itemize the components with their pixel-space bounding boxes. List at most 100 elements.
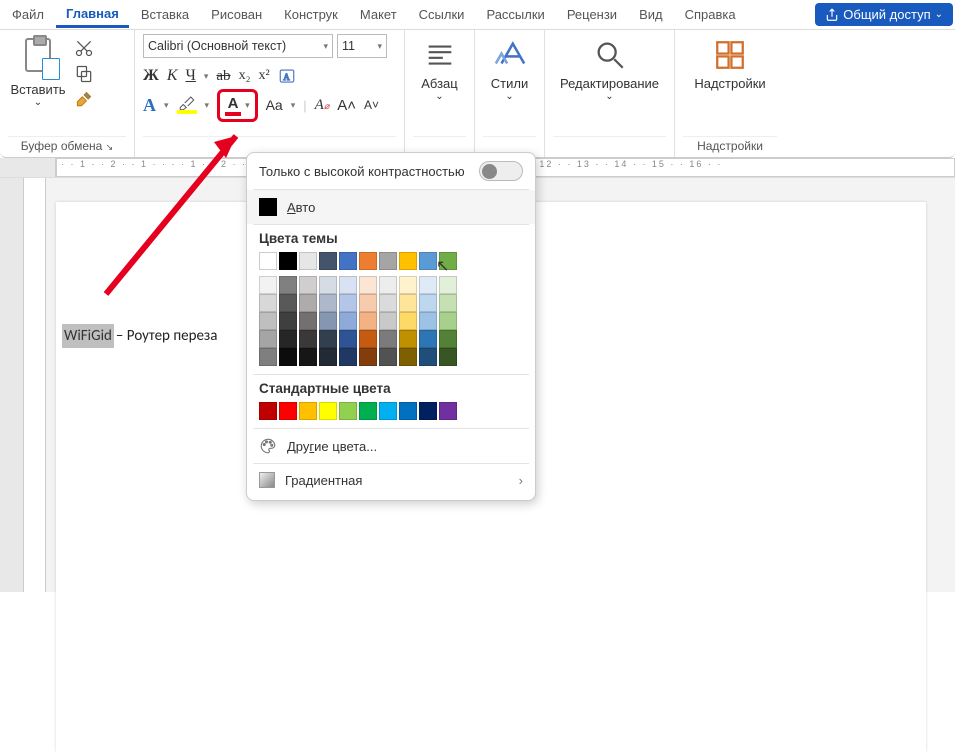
theme-shade-swatch[interactable] <box>379 294 397 312</box>
standard-swatch[interactable] <box>439 402 457 420</box>
tab-view[interactable]: Вид <box>629 3 673 26</box>
theme-shade-swatch[interactable] <box>339 312 357 330</box>
theme-shade-swatch[interactable] <box>379 348 397 366</box>
theme-shade-swatch[interactable] <box>379 312 397 330</box>
theme-shade-swatch[interactable] <box>279 294 297 312</box>
theme-shade-swatch[interactable] <box>439 348 457 366</box>
theme-shade-swatch[interactable] <box>259 330 277 348</box>
theme-shade-swatch[interactable] <box>359 294 377 312</box>
theme-swatch[interactable] <box>379 252 397 270</box>
auto-color-row[interactable]: Авто <box>247 190 535 224</box>
char-border-icon[interactable]: A <box>278 67 296 85</box>
theme-swatch[interactable] <box>299 252 317 270</box>
shrink-font-button[interactable]: A˅ <box>364 98 379 112</box>
font-color-button[interactable]: A ▾ <box>217 89 258 122</box>
font-size-select[interactable]: 11▾ <box>337 34 387 58</box>
theme-shade-swatch[interactable] <box>259 276 277 294</box>
vertical-ruler[interactable] <box>24 178 46 592</box>
tab-mailings[interactable]: Рассылки <box>476 3 554 26</box>
theme-shade-swatch[interactable] <box>299 276 317 294</box>
styles-button[interactable]: Стили ⌄ <box>483 34 536 102</box>
theme-shade-swatch[interactable] <box>339 294 357 312</box>
document-text[interactable]: WiFiGid – Роутер переза <box>62 322 217 350</box>
cut-icon[interactable] <box>74 38 94 58</box>
theme-shade-swatch[interactable] <box>399 330 417 348</box>
standard-swatch[interactable] <box>259 402 277 420</box>
theme-shade-swatch[interactable] <box>379 330 397 348</box>
theme-swatch[interactable] <box>359 252 377 270</box>
theme-shade-swatch[interactable] <box>259 312 277 330</box>
clear-formatting-button[interactable]: A⌀ <box>315 97 330 114</box>
editing-button[interactable]: Редактирование ⌄ <box>553 34 666 102</box>
share-button[interactable]: Общий доступ⌄ <box>815 3 953 26</box>
format-painter-icon[interactable] <box>74 90 94 110</box>
theme-shade-swatch[interactable] <box>319 330 337 348</box>
theme-shade-swatch[interactable] <box>339 348 357 366</box>
standard-swatch[interactable] <box>279 402 297 420</box>
theme-shade-swatch[interactable] <box>319 294 337 312</box>
theme-shade-swatch[interactable] <box>419 312 437 330</box>
theme-shade-swatch[interactable] <box>419 330 437 348</box>
theme-shade-swatch[interactable] <box>419 348 437 366</box>
grow-font-button[interactable]: A˄ <box>337 97 356 114</box>
standard-swatch[interactable] <box>379 402 397 420</box>
gradient-item[interactable]: Градиентная › <box>247 464 535 496</box>
theme-shade-swatch[interactable] <box>439 276 457 294</box>
theme-shade-swatch[interactable] <box>399 312 417 330</box>
theme-shade-swatch[interactable] <box>419 294 437 312</box>
theme-swatch[interactable] <box>419 252 437 270</box>
change-case-button[interactable]: Aa <box>266 97 283 113</box>
tab-insert[interactable]: Вставка <box>131 3 199 26</box>
theme-swatch[interactable] <box>319 252 337 270</box>
standard-swatch[interactable] <box>419 402 437 420</box>
theme-shade-swatch[interactable] <box>339 330 357 348</box>
tab-references[interactable]: Ссылки <box>409 3 475 26</box>
theme-swatch[interactable] <box>399 252 417 270</box>
theme-shade-swatch[interactable] <box>439 330 457 348</box>
theme-shade-swatch[interactable] <box>279 276 297 294</box>
standard-swatch[interactable] <box>399 402 417 420</box>
tab-review[interactable]: Рецензи <box>557 3 627 26</box>
theme-shade-swatch[interactable] <box>419 276 437 294</box>
theme-shade-swatch[interactable] <box>399 348 417 366</box>
more-colors-item[interactable]: Другие цвета... <box>247 429 535 463</box>
theme-swatch[interactable] <box>259 252 277 270</box>
theme-shade-swatch[interactable] <box>279 312 297 330</box>
theme-shade-swatch[interactable] <box>439 312 457 330</box>
bold-button[interactable]: Ж <box>143 67 159 85</box>
superscript-button[interactable]: x² <box>258 68 269 84</box>
theme-shade-swatch[interactable] <box>319 312 337 330</box>
italic-button[interactable]: К <box>167 67 178 85</box>
theme-shade-swatch[interactable] <box>279 330 297 348</box>
standard-swatch[interactable] <box>319 402 337 420</box>
paste-button[interactable]: Вставить ⌄ <box>8 34 68 108</box>
tab-file[interactable]: Файл <box>2 3 54 26</box>
underline-button[interactable]: Ч <box>185 67 195 85</box>
tab-draw[interactable]: Рисован <box>201 3 272 26</box>
text-effects-button[interactable]: A <box>143 95 156 116</box>
copy-icon[interactable] <box>74 64 94 84</box>
standard-swatch[interactable] <box>299 402 317 420</box>
theme-shade-swatch[interactable] <box>299 330 317 348</box>
subscript-button[interactable]: x₂ <box>239 68 251 84</box>
theme-shade-swatch[interactable] <box>339 276 357 294</box>
standard-swatch[interactable] <box>339 402 357 420</box>
theme-shade-swatch[interactable] <box>259 294 277 312</box>
tab-home[interactable]: Главная <box>56 2 129 28</box>
theme-swatch[interactable] <box>279 252 297 270</box>
strikethrough-button[interactable]: ab <box>216 68 230 85</box>
theme-shade-swatch[interactable] <box>299 312 317 330</box>
theme-shade-swatch[interactable] <box>359 276 377 294</box>
theme-shade-swatch[interactable] <box>319 276 337 294</box>
theme-shade-swatch[interactable] <box>299 348 317 366</box>
theme-shade-swatch[interactable] <box>439 294 457 312</box>
theme-shade-swatch[interactable] <box>299 294 317 312</box>
tab-help[interactable]: Справка <box>675 3 746 26</box>
theme-shade-swatch[interactable] <box>259 348 277 366</box>
highlight-button[interactable] <box>177 96 197 114</box>
theme-shade-swatch[interactable] <box>379 276 397 294</box>
tab-design[interactable]: Конструк <box>274 3 348 26</box>
theme-shade-swatch[interactable] <box>359 330 377 348</box>
theme-shade-swatch[interactable] <box>359 312 377 330</box>
font-name-select[interactable]: Calibri (Основной текст)▾ <box>143 34 333 58</box>
